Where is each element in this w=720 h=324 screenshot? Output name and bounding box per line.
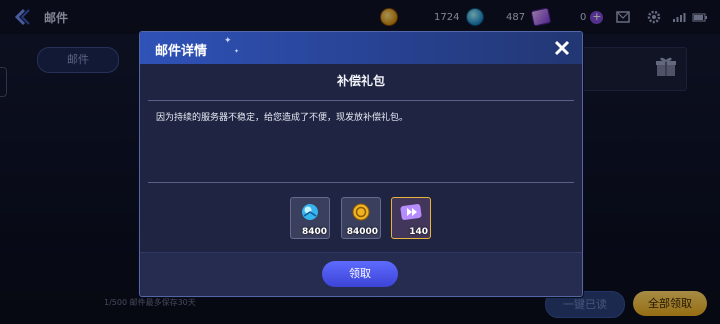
divider — [148, 100, 574, 101]
gold-coin-icon — [352, 203, 370, 221]
reward-item-coins[interactable]: 84000 — [341, 197, 381, 239]
mail-subject: 补偿礼包 — [336, 74, 385, 88]
purple-ticket-icon — [400, 204, 422, 220]
close-icon[interactable] — [553, 39, 571, 57]
reward-item-tickets[interactable]: 140 — [391, 197, 431, 239]
reward-qty: 84000 — [346, 227, 378, 237]
sparkle-decoration: ✦ — [224, 36, 232, 46]
blue-gem-icon — [302, 204, 318, 220]
sparkle-decoration: ✦ — [234, 48, 240, 55]
divider — [148, 182, 574, 183]
claim-button[interactable]: 领取 — [322, 261, 398, 287]
reward-qty: 8400 — [301, 227, 327, 237]
mail-detail-dialog: 邮件详情 ✦ ✦ 补偿礼包 因为持续的服务器不稳定，给您造成了不便，现发放补偿礼… — [139, 31, 583, 297]
reward-item-gems[interactable]: 8400 — [290, 197, 330, 239]
dialog-title: 邮件详情 — [155, 44, 208, 59]
mail-body: 因为持续的服务器不稳定，给您造成了不便，现发放补偿礼包。 — [156, 113, 409, 123]
reward-qty: 140 — [409, 227, 428, 237]
